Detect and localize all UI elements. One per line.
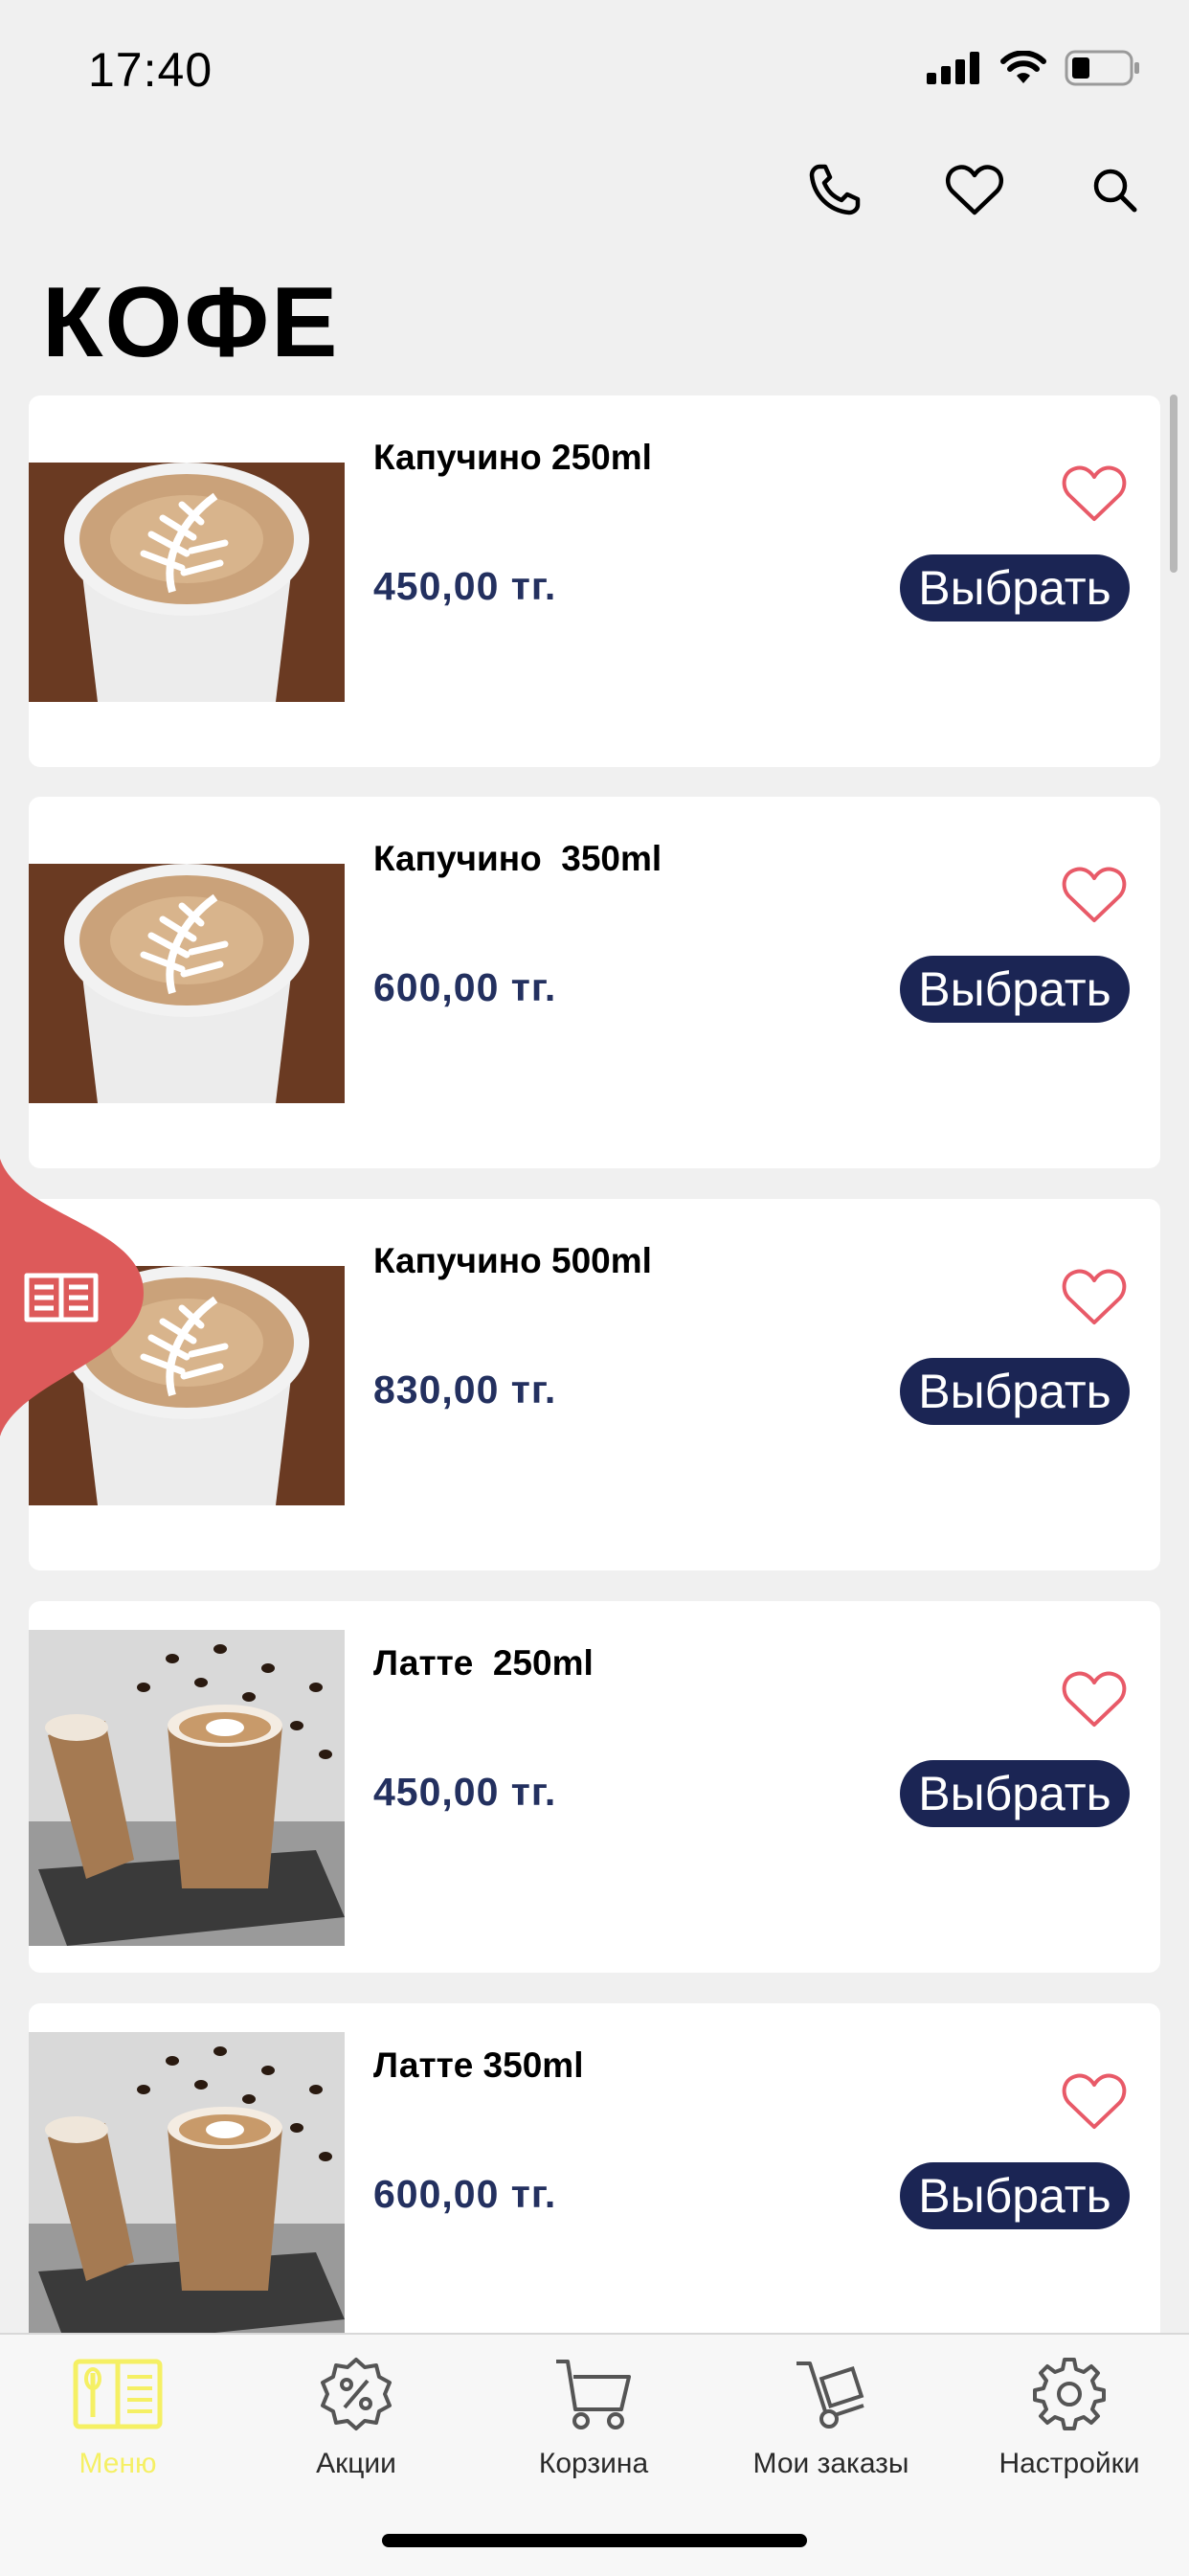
tab-label: Корзина	[538, 2448, 649, 2479]
heart-outline-icon	[1062, 1269, 1127, 1325]
floating-menu-shape	[0, 1159, 144, 1436]
favorites-button[interactable]	[938, 153, 1011, 226]
choose-button[interactable]: Выбрать	[900, 554, 1130, 621]
choose-button[interactable]: Выбрать	[900, 2162, 1130, 2229]
menu-book-icon	[73, 2359, 163, 2429]
heart-outline-icon	[1062, 465, 1127, 522]
heart-outline-icon	[1062, 2073, 1127, 2130]
cart-icon	[556, 2360, 631, 2429]
product-card[interactable]: Латте 350ml 600,00 тг. Выбрать	[29, 2003, 1160, 2334]
choose-button[interactable]: Выбрать	[900, 1358, 1130, 1425]
product-price: 450,00 тг.	[373, 1770, 557, 1814]
home-indicator[interactable]	[382, 2534, 807, 2547]
tab-settings[interactable]: Настройки	[954, 2350, 1184, 2494]
gear-icon	[1033, 2358, 1106, 2430]
discount-badge-icon	[321, 2358, 392, 2430]
header-actions	[798, 153, 1151, 226]
call-button[interactable]	[798, 153, 871, 226]
product-card[interactable]: Капучино 250ml 450,00 тг. Выбрать	[29, 395, 1160, 767]
product-name: Капучино 500ml	[373, 1241, 652, 1280]
cappuccino-image	[29, 424, 345, 740]
phone-icon	[809, 164, 861, 215]
status-icons	[927, 50, 1141, 86]
product-image	[29, 2032, 345, 2334]
cappuccino-image	[29, 825, 345, 1141]
tab-label: Меню	[79, 2448, 157, 2479]
product-name: Латте 250ml	[373, 1643, 594, 1683]
page-title: КОФЕ	[42, 267, 340, 378]
tab-label: Акции	[316, 2448, 396, 2479]
product-card[interactable]: Капучино 500ml 830,00 тг. Выбрать	[29, 1199, 1160, 1570]
product-list[interactable]: Капучино 250ml 450,00 тг. Выбрать Капучи…	[29, 395, 1160, 2334]
latte-image	[29, 1630, 345, 1946]
favorite-button[interactable]	[1061, 1668, 1128, 1729]
product-price: 450,00 тг.	[373, 564, 557, 608]
product-card[interactable]: Латте 250ml 450,00 тг. Выбрать	[29, 1601, 1160, 1973]
product-price: 830,00 тг.	[373, 1367, 557, 1412]
product-price: 600,00 тг.	[373, 965, 557, 1009]
favorite-button[interactable]	[1061, 2070, 1128, 2132]
product-card[interactable]: Капучино 350ml 600,00 тг. Выбрать	[29, 797, 1160, 1168]
choose-button[interactable]: Выбрать	[900, 1760, 1130, 1827]
latte-image	[29, 2032, 345, 2334]
tab-label: Мои заказы	[752, 2448, 909, 2479]
tab-menu[interactable]: Меню	[3, 2350, 233, 2494]
battery-icon	[1065, 50, 1139, 86]
product-name: Капучино 350ml	[373, 839, 662, 878]
wifi-icon	[1000, 51, 1046, 83]
tab-my-orders[interactable]: Мои заказы	[716, 2350, 946, 2494]
favorite-button[interactable]	[1061, 1266, 1128, 1327]
heart-outline-icon	[1062, 1671, 1127, 1728]
tab-cart[interactable]: Корзина	[479, 2350, 708, 2494]
product-price: 600,00 тг.	[373, 2172, 557, 2216]
search-button[interactable]	[1078, 153, 1151, 226]
signal-icon	[927, 52, 979, 84]
tab-promotions[interactable]: Акции	[241, 2350, 471, 2494]
heart-outline-icon	[1062, 867, 1127, 923]
search-icon	[1093, 169, 1137, 213]
status-time: 17:40	[88, 43, 213, 97]
choose-button[interactable]: Выбрать	[900, 956, 1130, 1023]
favorite-button[interactable]	[1061, 864, 1128, 925]
scrollbar[interactable]	[1170, 395, 1178, 573]
favorite-button[interactable]	[1061, 463, 1128, 524]
product-name: Латте 350ml	[373, 2045, 584, 2085]
heart-icon	[945, 165, 1004, 215]
tab-label: Настройки	[998, 2448, 1140, 2479]
product-image	[29, 825, 345, 1141]
product-name: Капучино 250ml	[373, 438, 652, 477]
product-image	[29, 424, 345, 740]
product-image	[29, 1630, 345, 1946]
floating-menu-button[interactable]	[0, 1159, 153, 1436]
hand-truck-icon	[796, 2361, 864, 2429]
